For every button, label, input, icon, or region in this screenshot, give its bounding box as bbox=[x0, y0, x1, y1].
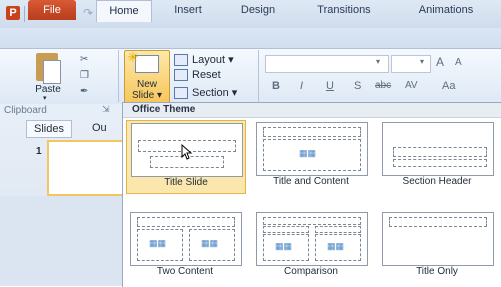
slides-pane-empty-area bbox=[0, 196, 122, 286]
shrink-font-button[interactable]: A bbox=[455, 57, 462, 68]
layout-label: Title Only bbox=[416, 266, 458, 277]
content-icons-icon: ▦▦ bbox=[299, 148, 317, 158]
text-placeholder bbox=[393, 159, 487, 167]
new-slide-button[interactable]: ✳ New Slide ▾ bbox=[124, 49, 170, 104]
tab-outline[interactable]: Ou bbox=[92, 120, 107, 136]
reset-label: Reset bbox=[192, 69, 221, 81]
heading-placeholder bbox=[315, 226, 361, 233]
layout-option-section-header[interactable]: Section Header bbox=[378, 120, 496, 190]
grow-font-button[interactable]: A bbox=[436, 55, 444, 69]
group-separator bbox=[258, 50, 259, 102]
layout-button[interactable]: Layout ▾ bbox=[174, 53, 234, 67]
slide-thumbnail[interactable] bbox=[47, 140, 126, 196]
layout-label: Comparison bbox=[284, 266, 338, 277]
ribbon-tab-bar bbox=[0, 28, 501, 48]
reset-button[interactable]: Reset bbox=[174, 69, 221, 82]
paste-dropdown-arrow-icon[interactable]: ▾ bbox=[43, 94, 47, 102]
bold-button[interactable]: B bbox=[272, 80, 280, 92]
layout-label: Title and Content bbox=[273, 176, 349, 187]
gallery-theme-label: Office Theme bbox=[132, 104, 196, 115]
title-placeholder bbox=[389, 217, 487, 227]
mouse-cursor-icon bbox=[181, 144, 193, 160]
font-size-dropdown-arrow-icon[interactable]: ▾ bbox=[420, 57, 424, 66]
title-placeholder bbox=[263, 217, 361, 225]
change-case-button[interactable]: Aa bbox=[442, 80, 455, 92]
section-button[interactable]: Section ▾ bbox=[174, 86, 237, 100]
tab-insert[interactable]: Insert bbox=[164, 0, 212, 20]
content-icons-icon: ▦▦ bbox=[149, 238, 167, 248]
cut-icon[interactable]: ✂ bbox=[80, 54, 88, 65]
underline-button[interactable]: U bbox=[326, 80, 334, 92]
paste-paper-icon bbox=[43, 60, 61, 84]
tab-home[interactable]: Home bbox=[96, 0, 152, 22]
layout-label: Section Header bbox=[402, 176, 472, 187]
group-separator bbox=[118, 50, 119, 102]
new-slide-sparkle-icon: ✳ bbox=[127, 49, 139, 65]
tab-transitions[interactable]: Transitions bbox=[306, 0, 382, 20]
clipboard-group-label: Clipboard bbox=[4, 105, 47, 116]
new-slide-label-line1: New bbox=[136, 79, 157, 90]
layout-label: Title Slide bbox=[164, 177, 208, 188]
strikethrough-button[interactable]: abc bbox=[375, 80, 391, 91]
content-icons-icon: ▦▦ bbox=[201, 238, 219, 248]
format-painter-icon[interactable]: ✒ bbox=[80, 86, 88, 97]
new-slide-label-line2: Slide bbox=[131, 90, 155, 101]
tab-file[interactable]: File bbox=[28, 0, 76, 20]
font-size-combobox[interactable] bbox=[391, 55, 431, 73]
section-label: Section bbox=[192, 87, 229, 99]
heading-placeholder bbox=[263, 226, 309, 233]
layout-label: Two Content bbox=[156, 266, 214, 277]
layout-option-two-content[interactable]: ▦▦ ▦▦ Two Content bbox=[126, 210, 244, 280]
content-icons-icon: ▦▦ bbox=[275, 241, 293, 251]
layout-icon bbox=[174, 54, 188, 67]
layout-thumbnail: ▦▦ bbox=[256, 122, 368, 176]
title-placeholder bbox=[393, 147, 487, 157]
slide-number: 1 bbox=[36, 146, 42, 157]
reset-icon bbox=[174, 69, 188, 82]
font-name-dropdown-arrow-icon[interactable]: ▾ bbox=[376, 57, 380, 66]
layout-thumbnail: ▦▦ ▦▦ bbox=[130, 212, 242, 266]
paste-button-label[interactable]: Paste bbox=[30, 84, 66, 95]
layout-option-title-and-content[interactable]: ▦▦ Title and Content bbox=[252, 120, 370, 190]
layout-option-title-only[interactable]: Title Only bbox=[378, 210, 496, 280]
tab-design[interactable]: Design bbox=[232, 0, 284, 20]
qat-separator bbox=[24, 6, 25, 22]
powerpoint-logo-icon[interactable]: P bbox=[6, 6, 20, 20]
font-name-combobox[interactable] bbox=[265, 55, 389, 73]
clipboard-dialog-launcher-icon[interactable]: ⇲ bbox=[102, 104, 110, 115]
tab-animations[interactable]: Animations bbox=[406, 0, 486, 20]
redo-icon[interactable]: ↷ bbox=[80, 5, 96, 21]
tab-slides[interactable]: Slides bbox=[26, 120, 72, 138]
section-icon bbox=[174, 87, 188, 100]
new-slide-label: New Slide ▾ bbox=[131, 79, 163, 101]
layout-option-comparison[interactable]: ▦▦ ▦▦ Comparison bbox=[252, 210, 370, 280]
layout-label: Layout bbox=[192, 54, 226, 66]
layout-thumbnail bbox=[382, 212, 494, 266]
title-placeholder bbox=[263, 127, 361, 137]
copy-icon[interactable]: ❐ bbox=[80, 70, 89, 81]
shadow-button[interactable]: S bbox=[354, 80, 361, 92]
content-icons-icon: ▦▦ bbox=[327, 241, 345, 251]
title-placeholder bbox=[137, 217, 235, 227]
italic-button[interactable]: I bbox=[300, 80, 303, 92]
layout-thumbnail bbox=[382, 122, 494, 176]
character-spacing-button[interactable]: AV bbox=[405, 80, 418, 91]
layout-thumbnail: ▦▦ ▦▦ bbox=[256, 212, 368, 266]
